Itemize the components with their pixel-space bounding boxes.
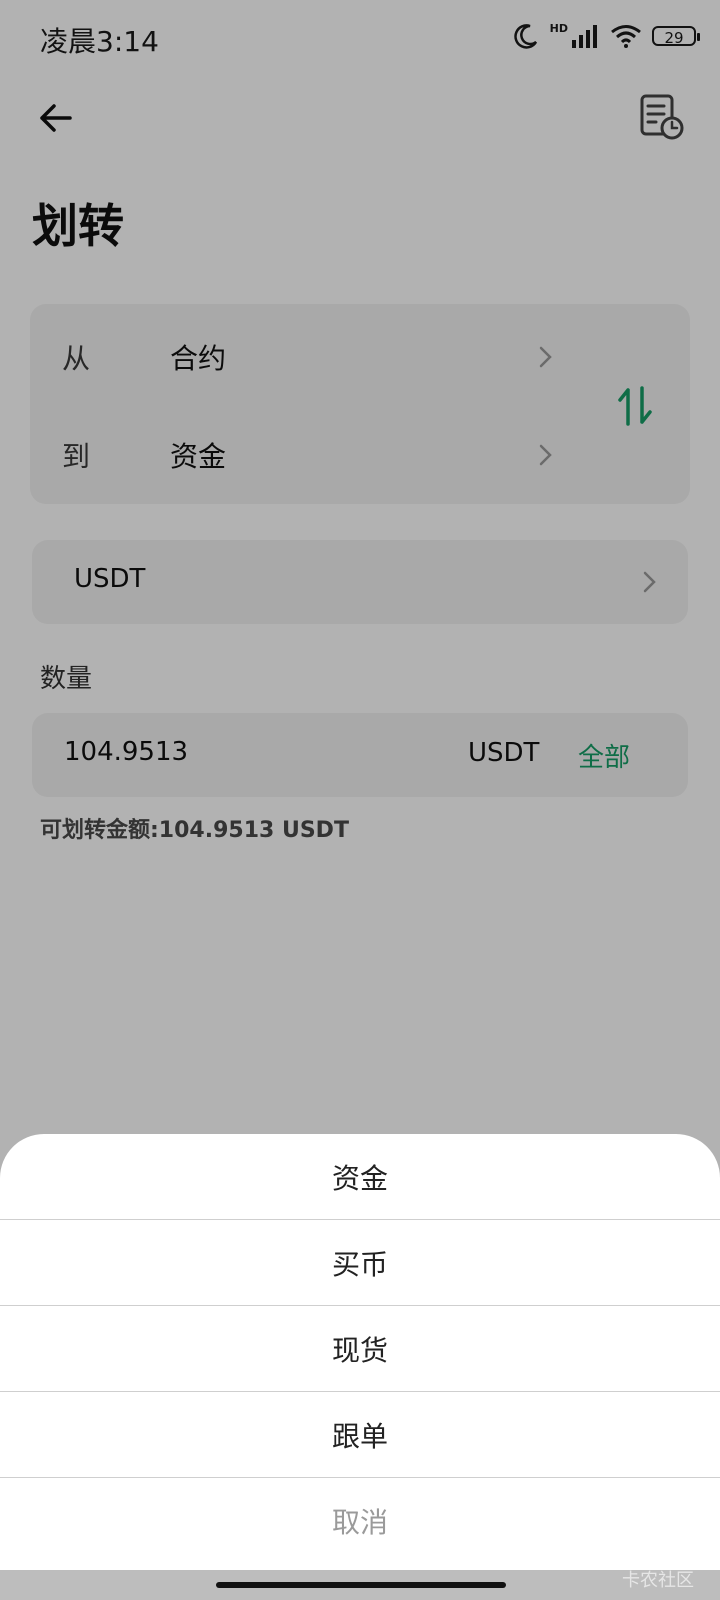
sheet-option-buy-crypto[interactable]: 买币 xyxy=(0,1220,720,1306)
sheet-option-funding[interactable]: 资金 xyxy=(0,1134,720,1220)
sheet-option-copy-trading[interactable]: 跟单 xyxy=(0,1392,720,1478)
account-picker-sheet: 资金 买币 现货 跟单 取消 xyxy=(0,1134,720,1570)
home-indicator[interactable] xyxy=(216,1582,506,1588)
sheet-option-spot[interactable]: 现货 xyxy=(0,1306,720,1392)
watermark: 卡农社区 xyxy=(622,1570,694,1591)
sheet-cancel-button[interactable]: 取消 xyxy=(0,1478,720,1564)
